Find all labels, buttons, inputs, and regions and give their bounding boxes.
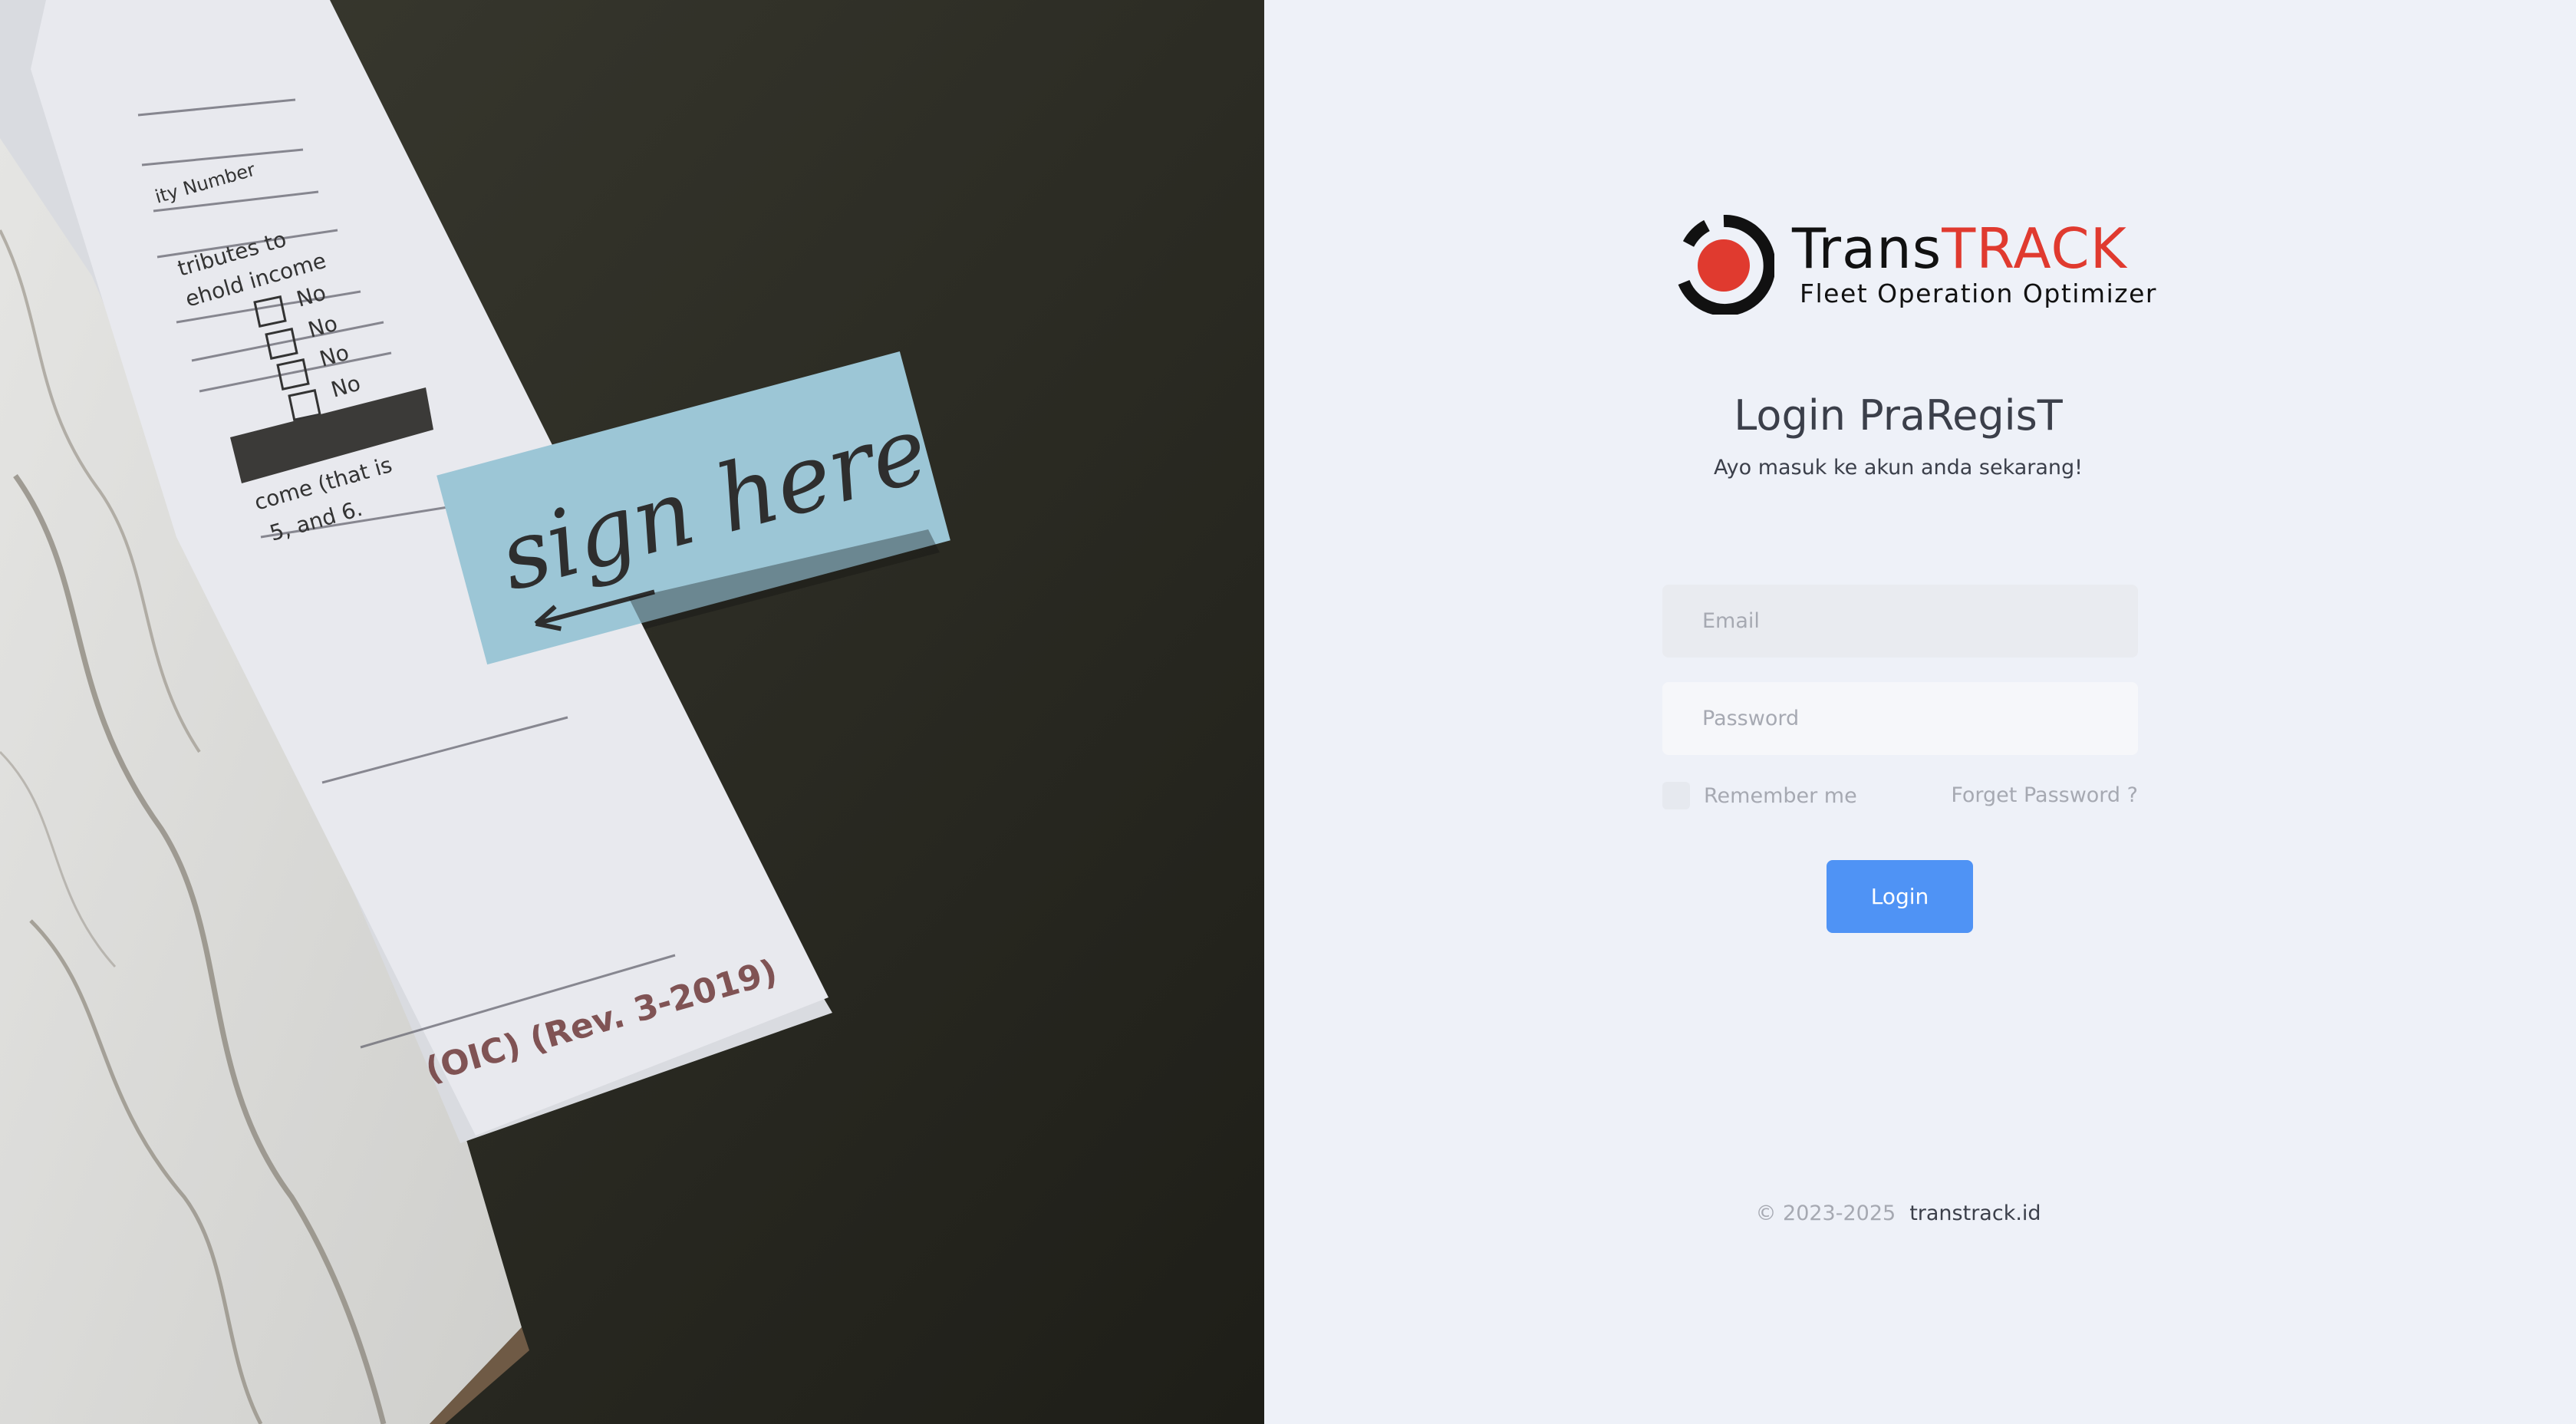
page-title: Login PraRegisT: [1734, 391, 2063, 440]
login-button[interactable]: Login: [1827, 860, 1973, 933]
background-photo: No No No No come (that is 5, and 6. trib…: [0, 0, 1264, 1424]
logo-tagline: Fleet Operation Optimizer: [1800, 279, 2157, 308]
site-link[interactable]: transtrack.id: [1909, 1202, 2041, 1225]
forgot-password-link[interactable]: Forget Password ?: [1951, 782, 2138, 809]
footer: © 2023-2025 transtrack.id: [1264, 1202, 2532, 1225]
password-input[interactable]: [1662, 682, 2138, 755]
login-page: No No No No come (that is 5, and 6. trib…: [0, 0, 2576, 1424]
remember-me-label: Remember me: [1704, 783, 1857, 808]
logo-word-trans: Trans: [1792, 216, 1942, 281]
remember-me-toggle[interactable]: Remember me: [1662, 782, 1857, 809]
transtrack-logo: TransTRACK Fleet Operation Optimizer: [1673, 215, 2156, 315]
logo-mark-icon: [1678, 215, 1774, 315]
email-input[interactable]: [1662, 585, 2138, 658]
logo-wordmark: TransTRACK: [1792, 221, 2127, 276]
remember-me-checkbox[interactable]: [1662, 782, 1690, 809]
photo-illustration: No No No No come (that is 5, and 6. trib…: [0, 0, 1264, 1424]
page-subtitle: Ayo masuk ke akun anda sekarang!: [1713, 456, 2084, 480]
logo-word-track: TRACK: [1942, 216, 2127, 281]
copyright-text: © 2023-2025: [1755, 1202, 1896, 1225]
login-panel: TransTRACK Fleet Operation Optimizer Log…: [1264, 0, 2576, 1424]
